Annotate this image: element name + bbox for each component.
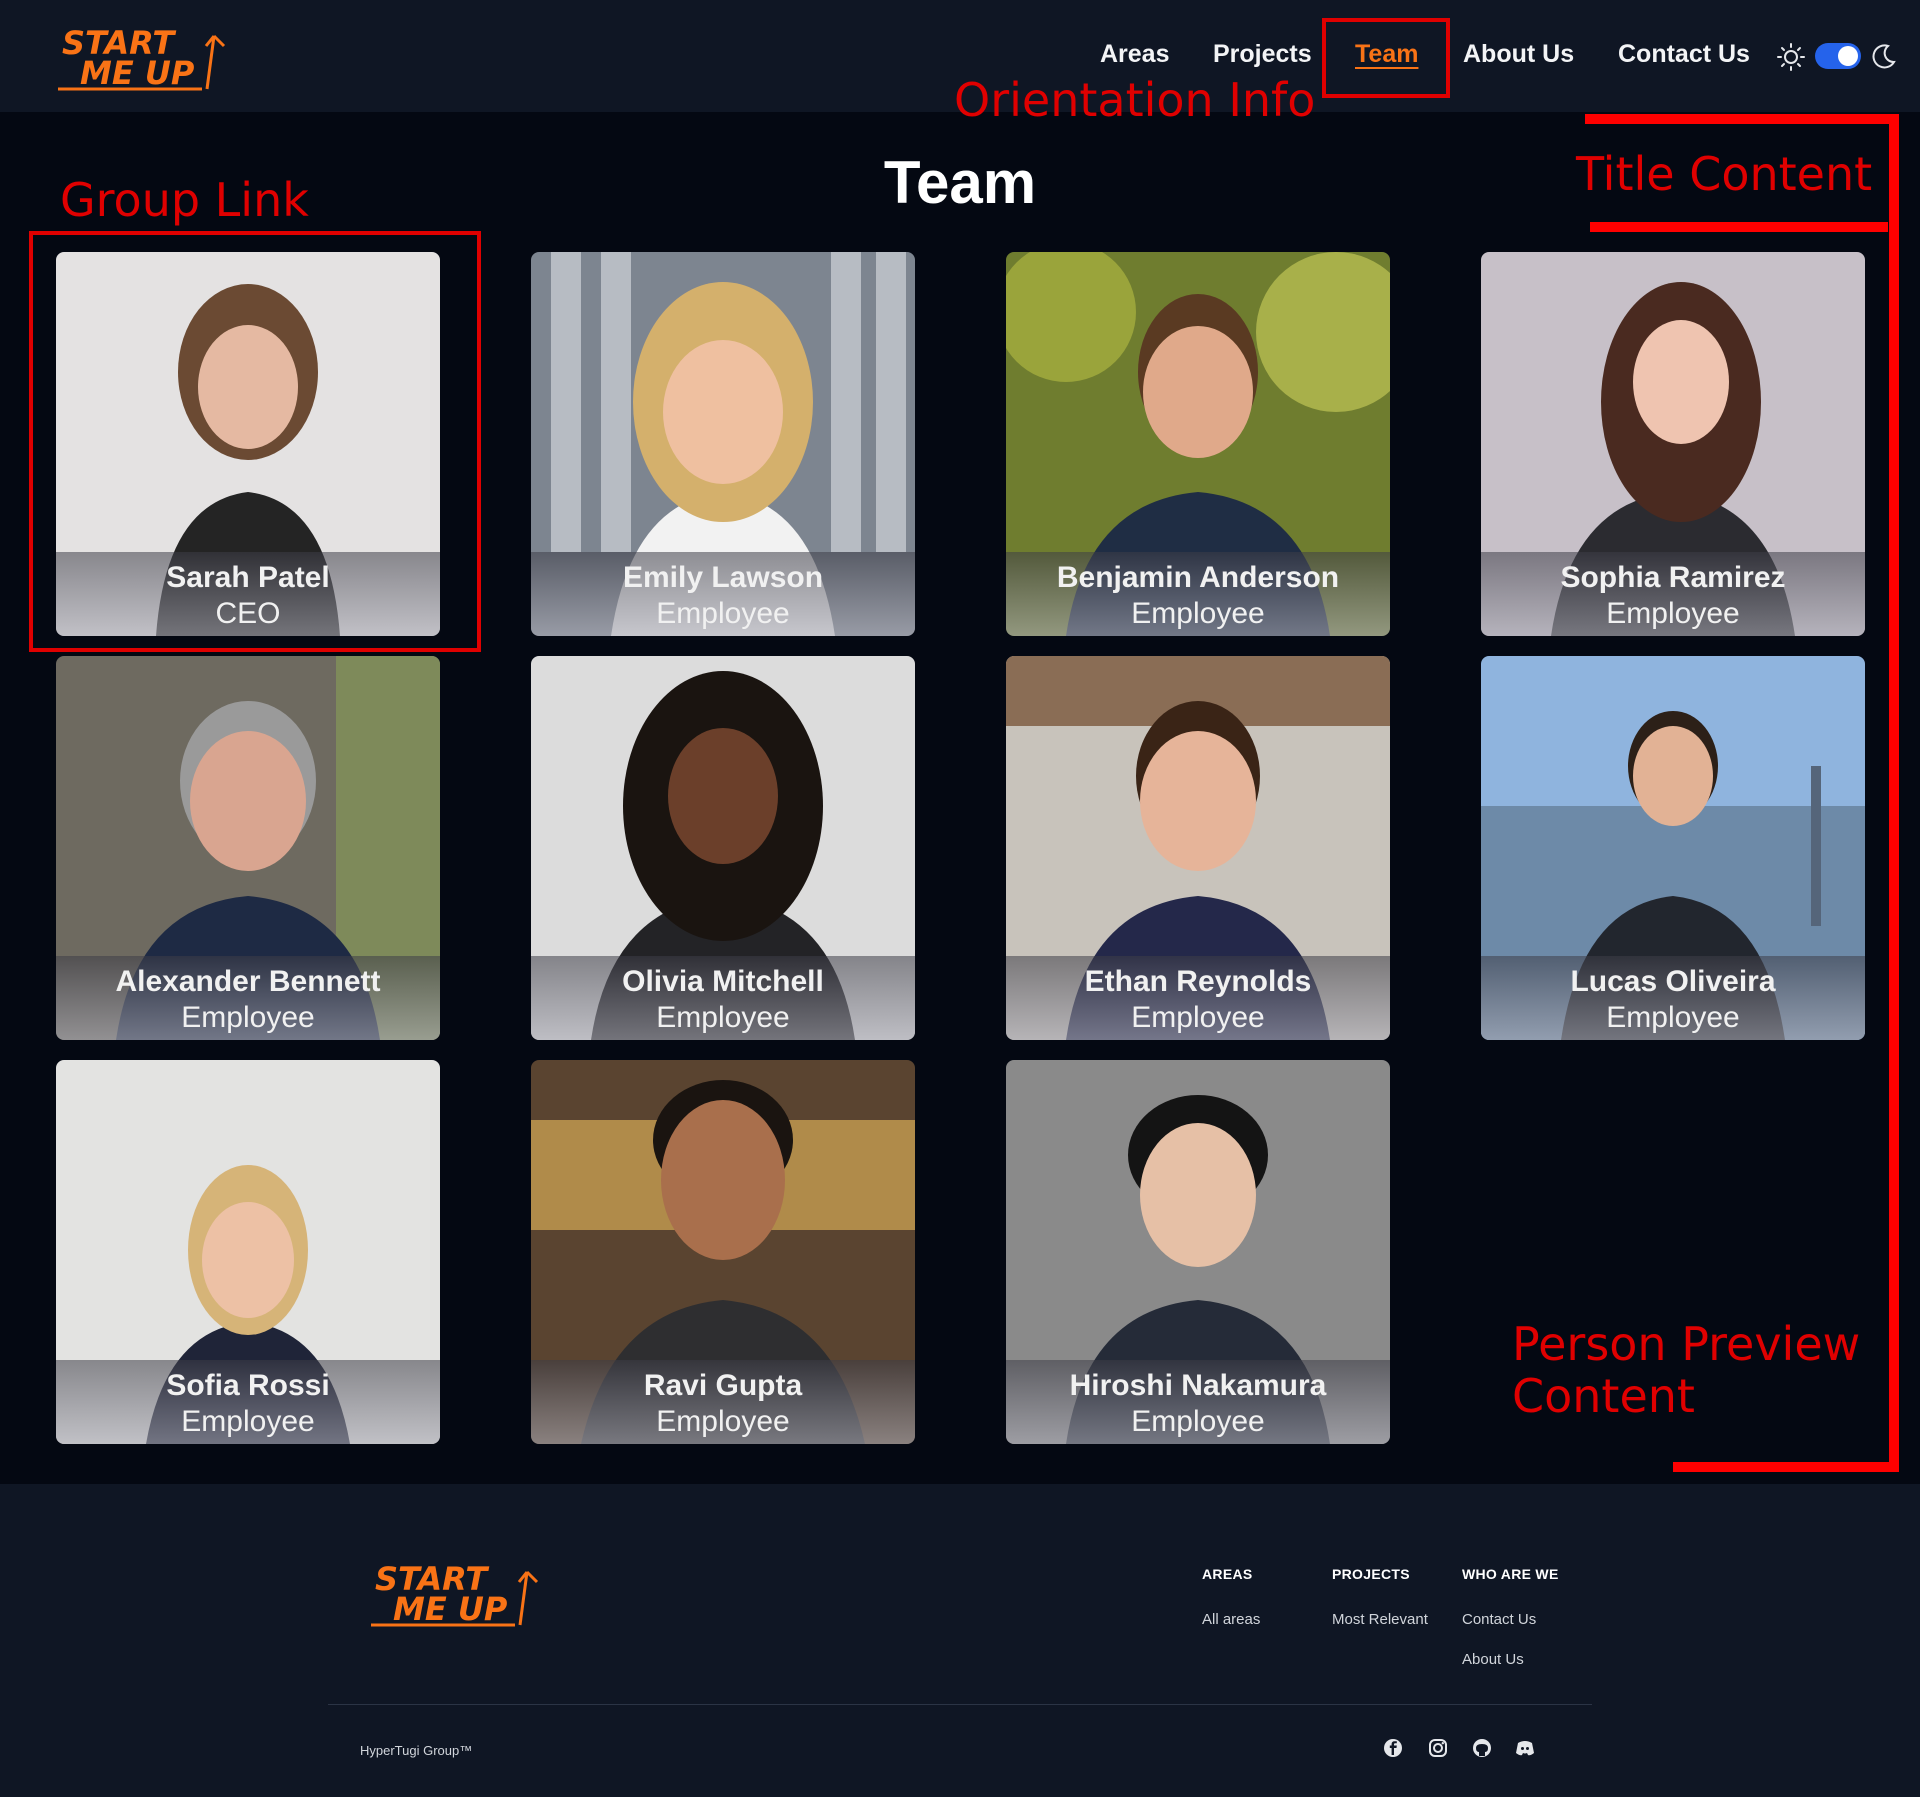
facebook-icon[interactable] — [1382, 1737, 1404, 1759]
footer — [0, 1484, 1920, 1797]
person-role: Employee — [1131, 1405, 1265, 1438]
person-name: Ethan Reynolds — [1084, 965, 1312, 998]
person-card[interactable]: Lucas Oliveira Employee — [1481, 656, 1865, 1040]
theme-toggle[interactable] — [1815, 43, 1861, 69]
nav-about-us[interactable]: About Us — [1463, 40, 1574, 69]
annotation-person-preview-content: Content — [1512, 1369, 1695, 1423]
annotation-group-link: Group Link — [60, 173, 309, 227]
person-caption: Hiroshi Nakamura Employee — [1006, 1360, 1390, 1444]
svg-text:ME UP: ME UP — [393, 1590, 508, 1628]
moon-icon — [1872, 44, 1896, 69]
github-icon[interactable] — [1471, 1737, 1493, 1759]
annotation-box-group-link — [29, 231, 481, 652]
person-card[interactable]: Alexander Bennett Employee — [56, 656, 440, 1040]
person-name: Benjamin Anderson — [1056, 561, 1340, 594]
person-name: Emily Lawson — [622, 561, 824, 594]
person-caption: Emily Lawson Employee — [531, 552, 915, 636]
person-role: Employee — [181, 1001, 315, 1034]
discord-icon[interactable] — [1514, 1737, 1536, 1759]
annotation-bracket — [1673, 1462, 1899, 1472]
annotation-orientation-info: Orientation Info — [954, 73, 1316, 127]
person-card[interactable]: Benjamin Anderson Employee — [1006, 252, 1390, 636]
person-card[interactable]: Ravi Gupta Employee — [531, 1060, 915, 1444]
footer-divider — [328, 1704, 1592, 1705]
person-name: Lucas Oliveira — [1570, 965, 1776, 998]
person-name: Olivia Mitchell — [622, 965, 824, 998]
person-role: Employee — [1131, 597, 1265, 630]
footer-link-contact-us[interactable]: Contact Us — [1462, 1611, 1536, 1628]
person-role: Employee — [1606, 597, 1740, 630]
nav-contact-us[interactable]: Contact Us — [1618, 40, 1750, 69]
person-role: Employee — [181, 1405, 315, 1438]
person-card[interactable]: Sofia Rossi Employee — [56, 1060, 440, 1444]
annotation-bracket — [1585, 114, 1899, 124]
person-role: Employee — [656, 1405, 790, 1438]
startmeup-logo[interactable]: START ME UP — [52, 16, 232, 94]
person-role: Employee — [1606, 1001, 1740, 1034]
annotation-bracket — [1590, 222, 1888, 232]
footer-heading-areas: AREAS — [1202, 1566, 1253, 1582]
person-name: Hiroshi Nakamura — [1069, 1369, 1327, 1402]
svg-text:ME UP: ME UP — [80, 54, 195, 92]
footer-heading-projects: PROJECTS — [1332, 1566, 1410, 1582]
person-name: Ravi Gupta — [643, 1369, 803, 1402]
person-caption: Lucas Oliveira Employee — [1481, 956, 1865, 1040]
toggle-knob — [1838, 46, 1858, 66]
person-caption: Benjamin Anderson Employee — [1006, 552, 1390, 636]
person-card[interactable]: Sophia Ramirez Employee — [1481, 252, 1865, 636]
person-caption: Alexander Bennett Employee — [56, 956, 440, 1040]
startmeup-footer-logo[interactable]: START ME UP — [365, 1552, 545, 1630]
footer-link-about-us[interactable]: About Us — [1462, 1651, 1524, 1668]
person-name: Sofia Rossi — [166, 1369, 330, 1402]
person-card[interactable]: Olivia Mitchell Employee — [531, 656, 915, 1040]
copyright: HyperTugi Group™ — [360, 1743, 473, 1758]
footer-link-most-relevant[interactable]: Most Relevant — [1332, 1611, 1428, 1628]
footer-link-all-areas[interactable]: All areas — [1202, 1611, 1260, 1628]
annotation-bracket — [1889, 114, 1899, 1472]
person-name: Sophia Ramirez — [1560, 561, 1786, 594]
person-role: Employee — [656, 597, 790, 630]
nav-areas[interactable]: Areas — [1100, 40, 1170, 69]
person-caption: Sofia Rossi Employee — [56, 1360, 440, 1444]
instagram-icon[interactable] — [1427, 1737, 1449, 1759]
person-role: Employee — [656, 1001, 790, 1034]
person-caption: Ravi Gupta Employee — [531, 1360, 915, 1444]
person-card[interactable]: Ethan Reynolds Employee — [1006, 656, 1390, 1040]
person-role: Employee — [1131, 1001, 1265, 1034]
person-caption: Ethan Reynolds Employee — [1006, 956, 1390, 1040]
nav-projects[interactable]: Projects — [1213, 40, 1312, 69]
person-caption: Sophia Ramirez Employee — [1481, 552, 1865, 636]
annotation-person-preview: Person Preview — [1512, 1317, 1861, 1371]
person-card[interactable]: Emily Lawson Employee — [531, 252, 915, 636]
person-caption: Olivia Mitchell Employee — [531, 956, 915, 1040]
footer-heading-who-are-we: WHO ARE WE — [1462, 1566, 1559, 1582]
annotation-title-content: Title Content — [1576, 147, 1873, 201]
sun-icon — [1777, 43, 1805, 71]
person-card[interactable]: Hiroshi Nakamura Employee — [1006, 1060, 1390, 1444]
annotation-box-team-nav — [1322, 18, 1450, 98]
person-name: Alexander Bennett — [115, 965, 381, 998]
